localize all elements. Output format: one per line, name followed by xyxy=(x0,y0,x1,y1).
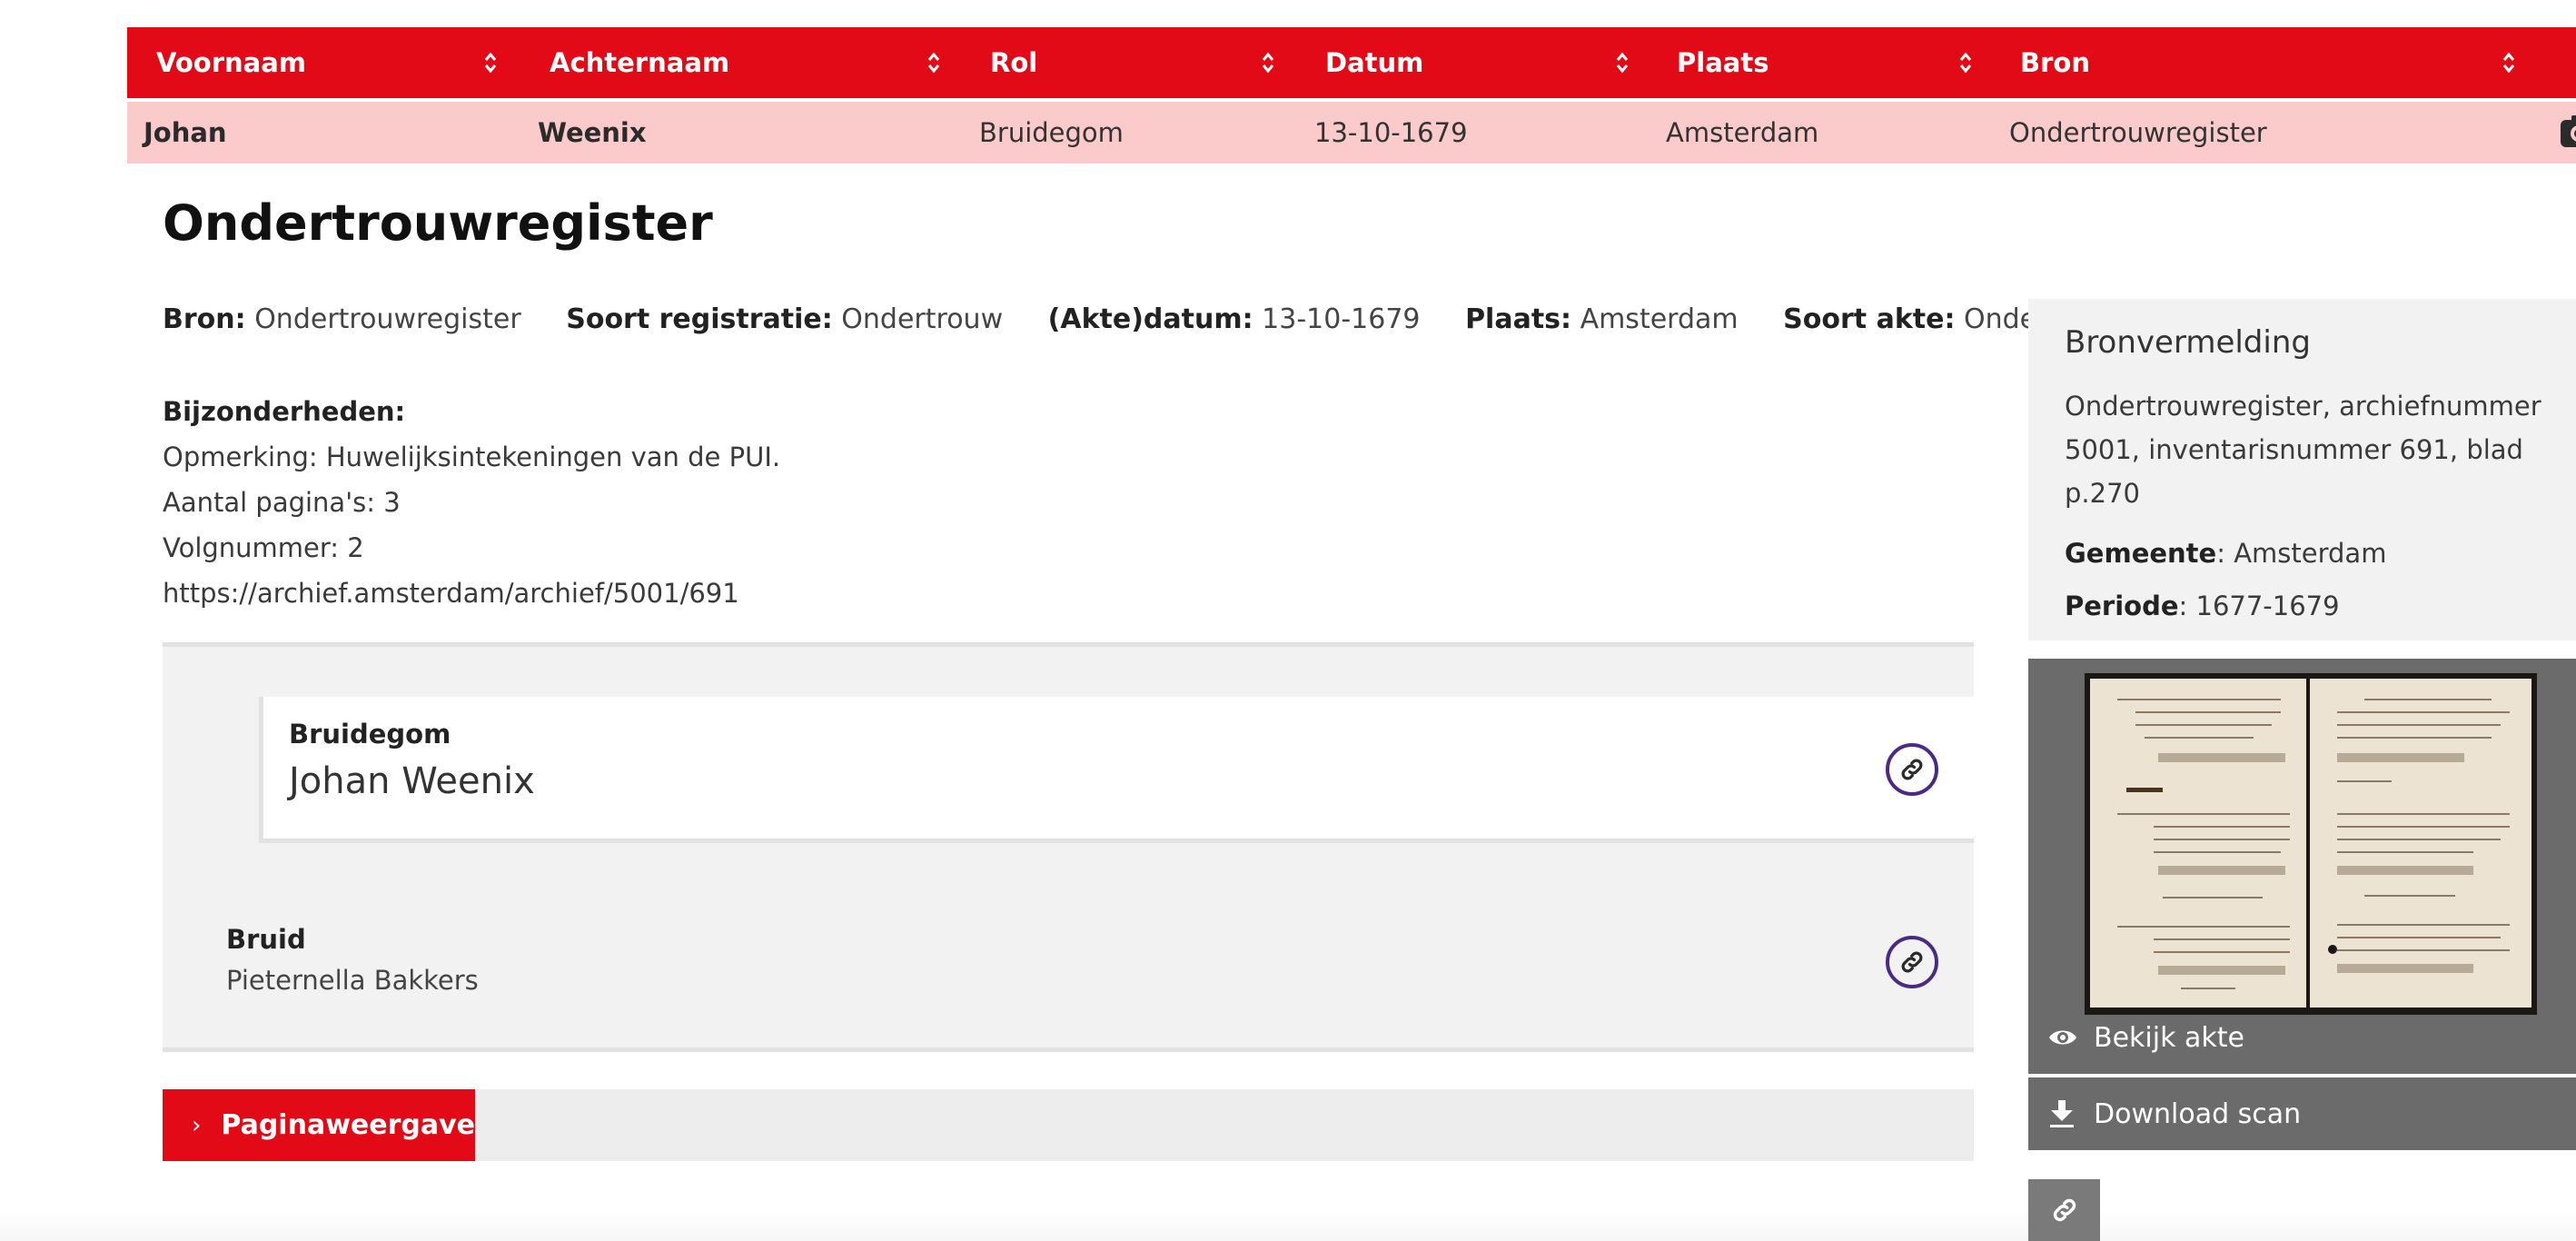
eye-icon xyxy=(2048,1023,2081,1052)
citation-panel: Bronvermelding Ondertrouwregister, archi… xyxy=(2028,299,2576,640)
citation-title: Bronvermelding xyxy=(2065,324,2311,361)
citation-text: Ondertrouwregister, archiefnummer 5001, … xyxy=(2065,391,2541,509)
periode-value: : 1677-1679 xyxy=(2178,591,2340,621)
page-view-button[interactable]: › Paginaweergave xyxy=(163,1089,475,1161)
table-row[interactable]: Johan Weenix Bruidegom 13-10-1679 Amster… xyxy=(127,102,2576,164)
meta-value: Amsterdam xyxy=(1580,303,1739,335)
cell-voornaam: Johan xyxy=(144,117,227,148)
cell-plaats: Amsterdam xyxy=(1666,117,1819,148)
cell-datum: 13-10-1679 xyxy=(1314,117,1468,148)
person-card-bruidegom: Bruidegom Johan Weenix xyxy=(259,697,1974,843)
meta-bron: Bron: Ondertrouwregister xyxy=(163,303,521,335)
sort-icon[interactable] xyxy=(1616,51,1629,74)
sort-icon[interactable] xyxy=(484,51,497,74)
meta-soort-registratie: Soort registratie: Ondertrouw xyxy=(566,303,1003,335)
download-icon xyxy=(2048,1099,2081,1128)
gemeente-label: Gemeente xyxy=(2065,538,2217,569)
citation-periode: Periode: 1677-1679 xyxy=(2065,590,2576,622)
link-icon[interactable] xyxy=(1886,936,1938,988)
person-role: Bruid xyxy=(226,924,306,955)
scan-page-right xyxy=(2310,679,2531,1008)
cell-bron: Ondertrouwregister xyxy=(2009,117,2267,148)
scan-thumbnail[interactable] xyxy=(2085,673,2537,1015)
sort-icon[interactable] xyxy=(1262,51,1274,74)
sort-icon[interactable] xyxy=(2502,51,2515,74)
meta-value: Ondertrouwregister xyxy=(254,303,521,335)
person-name[interactable]: Johan Weenix xyxy=(289,760,535,802)
page-view-label: Paginaweergave xyxy=(221,1109,476,1141)
cell-achternaam: Weenix xyxy=(538,117,647,148)
meta-label: Soort akte: xyxy=(1783,303,1956,335)
sort-icon[interactable] xyxy=(927,51,940,74)
link-icon[interactable] xyxy=(1886,743,1938,796)
copy-link-button[interactable] xyxy=(2028,1179,2100,1241)
details-opmerking: Opmerking: Huwelijksintekeningen van de … xyxy=(163,442,781,472)
camera-icon[interactable] xyxy=(2561,114,2576,149)
cell-rol: Bruidegom xyxy=(979,117,1124,148)
persons-panel: Bruidegom Johan Weenix Bruid Pieternella… xyxy=(163,642,1974,1052)
record-meta: Bron: Ondertrouwregister Soort registrat… xyxy=(163,303,2162,335)
meta-label: Bron: xyxy=(163,303,246,335)
scan-page-left xyxy=(2090,679,2306,1008)
meta-label: Soort registratie: xyxy=(566,303,833,335)
person-name[interactable]: Pieternella Bakkers xyxy=(226,965,479,996)
page-title: Ondertrouwregister xyxy=(163,194,713,252)
meta-value: Ondertrouw xyxy=(841,303,1004,335)
citation-gemeente: Gemeente: Amsterdam xyxy=(2065,537,2576,570)
link-icon xyxy=(2053,1198,2076,1222)
person-role: Bruidegom xyxy=(289,719,451,750)
page-view-bar: › Paginaweergave xyxy=(163,1089,1974,1161)
meta-label: (Akte)datum: xyxy=(1047,303,1253,335)
meta-value: 13-10-1679 xyxy=(1262,303,1421,335)
bottom-fade xyxy=(0,1208,2576,1241)
download-scan-row: Download scan xyxy=(2028,1077,2576,1150)
periode-label: Periode xyxy=(2065,591,2179,621)
sort-icon[interactable] xyxy=(1959,51,1972,74)
details-archive-url[interactable]: https://archief.amsterdam/archief/5001/6… xyxy=(163,571,780,616)
details-aantal-paginas: Aantal pagina's: 3 xyxy=(163,487,401,518)
view-deed-label: Bekijk akte xyxy=(2094,1021,2244,1054)
details-heading: Bijzonderheden: xyxy=(163,396,406,427)
column-header-bron[interactable]: Bron xyxy=(2020,27,2090,98)
scan-panel: Bekijk akte xyxy=(2028,659,2576,1074)
meta-plaats: Plaats: Amsterdam xyxy=(1465,303,1739,335)
details-section: Bijzonderheden: Opmerking: Huwelijksinte… xyxy=(163,389,780,616)
gemeente-value: : Amsterdam xyxy=(2216,538,2387,569)
view-deed-button[interactable]: Bekijk akte xyxy=(2028,1001,2576,1074)
chevron-right-icon: › xyxy=(192,1111,202,1139)
results-table-header: Voornaam Achternaam Rol Datum Plaats Bro… xyxy=(127,27,2576,98)
column-header-rol[interactable]: Rol xyxy=(990,27,1037,98)
download-scan-button[interactable]: Download scan xyxy=(2028,1077,2576,1150)
column-header-voornaam[interactable]: Voornaam xyxy=(156,27,306,98)
column-header-achternaam[interactable]: Achternaam xyxy=(550,27,729,98)
meta-label: Plaats: xyxy=(1465,303,1572,335)
download-scan-label: Download scan xyxy=(2094,1097,2302,1130)
column-header-plaats[interactable]: Plaats xyxy=(1677,27,1769,98)
column-header-datum[interactable]: Datum xyxy=(1325,27,1423,98)
meta-aktedatum: (Akte)datum: 13-10-1679 xyxy=(1048,303,1421,335)
details-volgnummer: Volgnummer: 2 xyxy=(163,532,364,563)
